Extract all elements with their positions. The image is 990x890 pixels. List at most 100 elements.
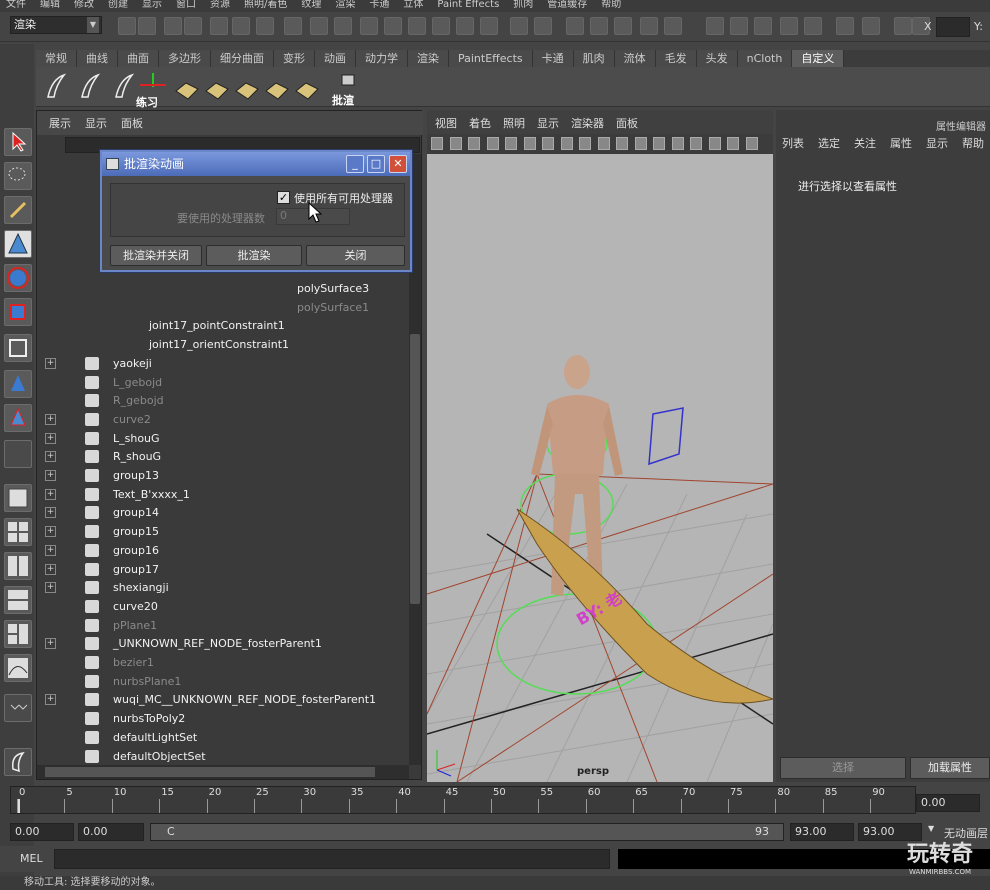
practice-shelf-button[interactable]: 练习 (136, 71, 170, 109)
attribute-editor-menu-item[interactable]: 关注 (854, 134, 876, 154)
shelf-tab[interactable]: 毛发 (655, 50, 697, 67)
attribute-editor-menu-item[interactable]: 属性 (890, 134, 912, 154)
outliner-row[interactable]: +pPlane1 (37, 616, 409, 635)
expand-icon[interactable]: + (45, 694, 56, 706)
viewport-menu-item[interactable]: 视图 (435, 110, 457, 134)
outliner-row[interactable]: +nurbsPlane1 (37, 672, 409, 691)
expand-icon[interactable]: + (45, 507, 56, 519)
outliner-row[interactable]: +polySurface3 (37, 279, 409, 298)
outliner-row[interactable]: +curve20 (37, 597, 409, 616)
status-tool-icon[interactable] (534, 17, 552, 35)
status-tool-icon[interactable] (456, 17, 474, 35)
menu-item[interactable]: 管道缓存 (547, 0, 587, 12)
viewport-tool-icon[interactable] (560, 137, 573, 150)
outliner-row[interactable]: + _UNKNOWN_REF_NODE_fosterParent1 (37, 634, 409, 653)
expand-icon[interactable]: + (45, 470, 56, 481)
status-tool-icon[interactable] (384, 17, 402, 35)
four-pane-layout-button[interactable] (4, 518, 32, 546)
paint-tool-button[interactable] (4, 196, 32, 224)
persp-outliner-layout-button[interactable] (4, 552, 32, 580)
status-tool-icon[interactable] (256, 17, 274, 35)
current-frame-field[interactable]: 0.00 (916, 794, 980, 812)
shelf-tab[interactable]: 曲线 (77, 50, 118, 67)
status-tool-icon[interactable] (138, 17, 156, 35)
menu-item[interactable]: 显示 (142, 0, 162, 12)
outliner-row[interactable]: + Text_B'xxxx_1 (37, 485, 409, 504)
attribute-editor-menu-item[interactable]: 列表 (782, 134, 804, 154)
anim-layer-label[interactable]: 无动画层 (944, 825, 988, 841)
status-tool-icon[interactable] (894, 17, 912, 35)
expand-icon[interactable]: + (45, 582, 56, 594)
outliner-row[interactable]: +polySurface1 (37, 298, 409, 317)
viewport-tool-icon[interactable] (468, 137, 480, 150)
close-icon[interactable]: ✕ (389, 155, 407, 173)
lasso-tool-button[interactable] (4, 162, 32, 190)
load-attributes-button[interactable]: 加载属性 (910, 757, 990, 779)
viewport-canvas[interactable]: BY: 老 persp (427, 154, 773, 782)
menu-item[interactable]: 抓肉 (513, 0, 533, 12)
shelf-tab[interactable]: 动画 (315, 50, 356, 67)
hypershade-layout-button[interactable] (4, 620, 32, 648)
outliner-row[interactable]: +joint17_orientConstraint1 (37, 335, 409, 354)
status-tool-icon[interactable] (118, 17, 136, 35)
status-tool-icon[interactable] (310, 17, 328, 35)
viewport-menu-item[interactable]: 显示 (537, 110, 559, 134)
status-tool-icon[interactable] (590, 17, 608, 35)
outliner-menu-item[interactable]: 显示 (85, 111, 107, 135)
move-tool-button[interactable] (4, 230, 32, 258)
menu-item[interactable]: 文件 (6, 0, 26, 12)
layout-menu-button[interactable] (4, 694, 32, 722)
outliner-row[interactable]: + wuqi_MC__UNKNOWN_REF_NODE_fosterParent1 (37, 690, 409, 709)
shelf-tab[interactable]: 流体 (614, 50, 656, 67)
shelf-tab[interactable]: 曲面 (118, 50, 159, 67)
single-pane-layout-button[interactable] (4, 484, 32, 512)
viewport-tool-icon[interactable] (449, 137, 462, 150)
shelf-tab[interactable]: 渲染 (408, 50, 449, 67)
mode-select[interactable]: 渲染 ▼ (10, 16, 102, 34)
status-tool-icon[interactable] (566, 17, 584, 35)
select-button[interactable]: 选择 (780, 757, 906, 779)
attribute-editor-menu-item[interactable]: 选定 (818, 134, 840, 154)
viewport-menu-item[interactable]: 照明 (503, 110, 525, 134)
plane-icon[interactable] (202, 71, 230, 103)
viewport-tool-icon[interactable] (579, 137, 591, 150)
coord-x-field[interactable] (936, 17, 970, 37)
outliner-row[interactable]: + group13 (37, 466, 409, 485)
expand-icon[interactable]: + (45, 526, 56, 538)
rotate-tool-button[interactable] (4, 264, 32, 292)
status-tool-icon[interactable] (510, 17, 528, 35)
viewport-tool-icon[interactable] (690, 137, 702, 150)
outliner-row[interactable]: + R_shouG (37, 447, 409, 466)
outliner-row[interactable]: + group15 (37, 522, 409, 541)
menu-item[interactable]: 修改 (74, 0, 94, 12)
outliner-row[interactable]: + group16 (37, 541, 409, 560)
viewport-tool-icon[interactable] (616, 137, 628, 150)
viewport-tool-icon[interactable] (634, 137, 647, 150)
expand-icon[interactable]: + (45, 638, 56, 650)
select-tool-button[interactable] (4, 128, 32, 156)
end-time-field[interactable]: 93.00 (858, 823, 922, 841)
outliner-menu-item[interactable]: 展示 (49, 111, 71, 135)
status-tool-icon[interactable] (432, 17, 450, 35)
feather-icon[interactable] (110, 71, 138, 103)
outliner-row[interactable]: + group17 (37, 560, 409, 579)
batch-render-button[interactable]: 批渲染 (206, 245, 302, 266)
playback-start-field[interactable]: 0.00 (78, 823, 144, 841)
outliner-row[interactable]: +R_gebojd (37, 391, 409, 410)
shelf-tab[interactable]: 细分曲面 (211, 50, 274, 67)
range-slider[interactable]: C 93 (150, 823, 784, 841)
status-tool-icon[interactable] (836, 17, 854, 35)
start-time-field[interactable]: 0.00 (10, 823, 74, 841)
viewport-tool-icon[interactable] (727, 137, 739, 150)
status-tool-icon[interactable] (232, 17, 250, 35)
batch-render-shelf-button[interactable]: 批渲 (332, 71, 366, 107)
maximize-button[interactable]: □ (367, 155, 385, 173)
viewport-tool-icon[interactable] (708, 137, 721, 150)
viewport-tool-icon[interactable] (505, 137, 517, 150)
menu-item[interactable]: 窗口 (176, 0, 196, 12)
status-tool-icon[interactable] (164, 17, 182, 35)
scale-tool-button[interactable] (4, 298, 32, 326)
outliner-row[interactable]: + group14 (37, 503, 409, 522)
expand-icon[interactable]: + (45, 544, 56, 556)
outliner-row[interactable]: + L_shouG (37, 429, 409, 448)
